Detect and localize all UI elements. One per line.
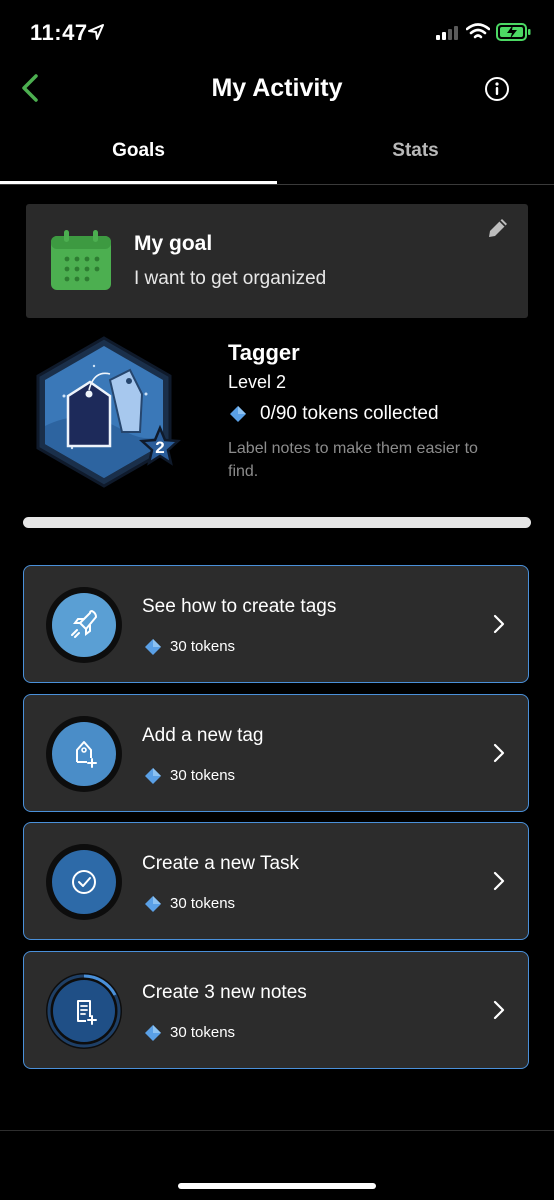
goal-text: I want to get organized bbox=[134, 268, 327, 289]
task-title: Add a new tag bbox=[142, 725, 264, 746]
token-diamond-icon bbox=[145, 639, 161, 655]
tab-divider bbox=[0, 184, 554, 185]
status-time: 11:47 bbox=[30, 20, 88, 45]
badge-title: Tagger bbox=[228, 340, 300, 365]
battery-charging-icon bbox=[496, 23, 531, 41]
cellular-signal-icon bbox=[436, 26, 458, 40]
goal-label: My goal bbox=[134, 232, 213, 255]
token-diamond-icon bbox=[145, 896, 161, 912]
task-icon-ring bbox=[46, 844, 122, 920]
task-tokens: 30 tokens bbox=[170, 895, 236, 912]
chevron-right-icon bbox=[493, 1000, 505, 1020]
tab-goals[interactable]: Goals bbox=[0, 140, 277, 162]
task-icon-ring bbox=[46, 973, 122, 1049]
token-diamond-icon bbox=[230, 406, 246, 422]
task-card-create-3-new-notes[interactable]: Create 3 new notes 30 tokens bbox=[23, 951, 529, 1069]
task-card-see-how-to-create-tags[interactable]: See how to create tags 30 tokens bbox=[23, 565, 529, 683]
tab-stats[interactable]: Stats bbox=[277, 140, 554, 162]
location-arrow-icon bbox=[88, 24, 104, 40]
page-title: My Activity bbox=[211, 74, 343, 102]
chevron-right-icon bbox=[493, 743, 505, 763]
task-card-add-a-new-tag[interactable]: Add a new tag 30 tokens bbox=[23, 694, 529, 812]
badge-level-number: 2 bbox=[155, 438, 164, 457]
task-title: Create 3 new notes bbox=[142, 982, 307, 1003]
task-tokens: 30 tokens bbox=[170, 767, 236, 784]
tagger-badge-icon: 2 bbox=[36, 336, 182, 488]
task-icon-ring bbox=[46, 587, 122, 663]
goal-progress-bar bbox=[23, 517, 531, 528]
badge-description: Label notes to make them easier to find. bbox=[228, 440, 478, 480]
task-tokens: 30 tokens bbox=[170, 1024, 236, 1041]
badge-tokens-count: 0/90 tokens collected bbox=[260, 403, 439, 424]
info-icon[interactable] bbox=[484, 76, 510, 102]
task-card-create-a-new-task[interactable]: Create a new Task 30 tokens bbox=[23, 822, 529, 940]
task-title: Create a new Task bbox=[142, 853, 300, 874]
token-diamond-icon bbox=[145, 768, 161, 784]
calendar-icon bbox=[51, 230, 111, 290]
task-title: See how to create tags bbox=[142, 596, 337, 617]
chevron-right-icon bbox=[493, 614, 505, 634]
token-diamond-icon bbox=[145, 1025, 161, 1041]
bottom-divider bbox=[0, 1130, 554, 1131]
badge-level: Level 2 bbox=[228, 372, 287, 392]
edit-pencil-icon[interactable] bbox=[486, 216, 510, 240]
task-icon-ring bbox=[46, 716, 122, 792]
chevron-right-icon bbox=[493, 871, 505, 891]
wifi-icon bbox=[466, 23, 490, 39]
home-indicator[interactable] bbox=[178, 1183, 376, 1189]
task-tokens: 30 tokens bbox=[170, 638, 236, 655]
